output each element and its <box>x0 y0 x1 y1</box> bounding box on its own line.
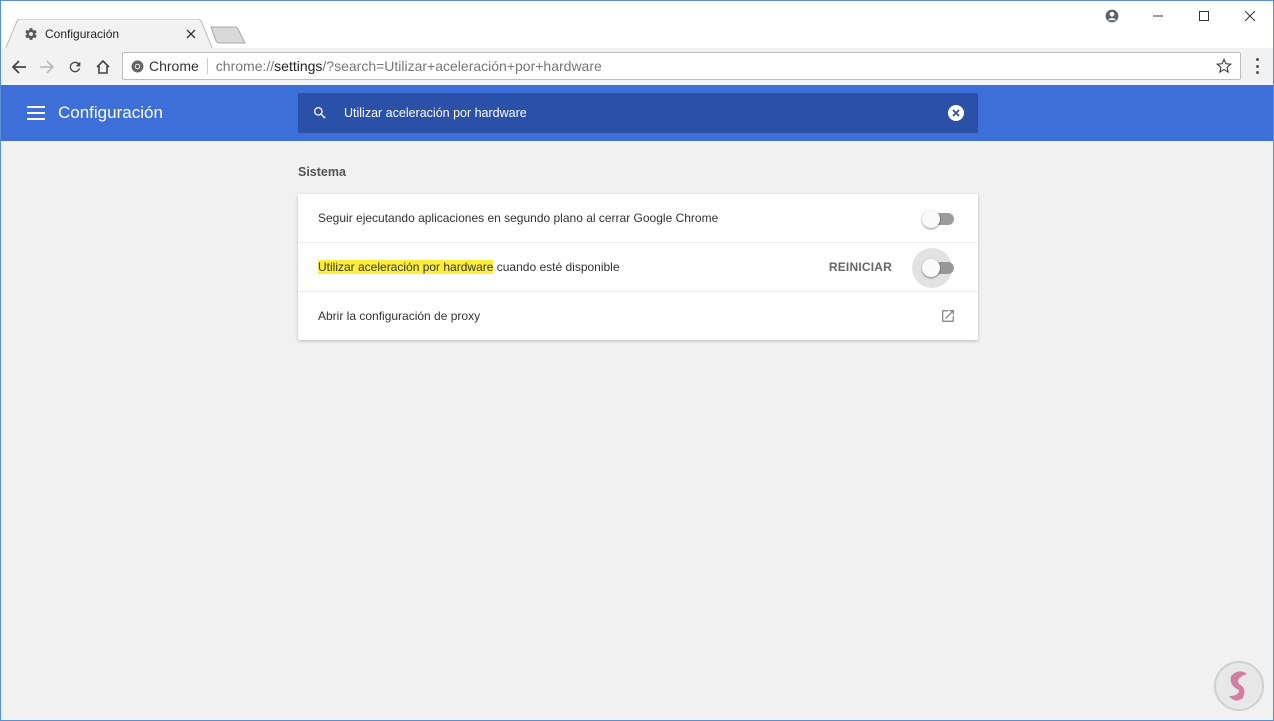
setting-row-proxy[interactable]: Abrir la configuración de proxy <box>298 292 978 340</box>
new-tab-button[interactable] <box>209 26 247 44</box>
url-text: chrome://settings/?search=Utilizar+acele… <box>216 58 602 74</box>
setting-label: Seguir ejecutando aplicaciones en segund… <box>318 211 719 225</box>
setting-label: Abrir la configuración de proxy <box>318 309 481 323</box>
url-scheme: chrome:// <box>215 58 275 74</box>
minimize-icon[interactable] <box>1135 1 1181 31</box>
tab-configuracion[interactable]: Configuración <box>11 19 207 49</box>
url-rest: /?search=Utilizar+aceleración+por+hardwa… <box>322 58 602 74</box>
open-in-new-icon[interactable] <box>940 308 956 324</box>
clear-search-icon[interactable] <box>948 105 964 121</box>
chrome-menu-icon[interactable] <box>1249 56 1265 76</box>
url-host: settings <box>274 58 323 74</box>
settings-search-field[interactable]: Utilizar aceleración por hardware <box>298 93 978 133</box>
setting-row-hardware-acceleration: Utilizar aceleración por hardware cuando… <box>298 243 978 292</box>
setting-label-rest: cuando esté disponible <box>493 260 620 274</box>
home-icon[interactable] <box>89 53 117 81</box>
page-title: Configuración <box>58 103 163 122</box>
search-icon <box>314 107 326 119</box>
search-input-value[interactable]: Utilizar aceleración por hardware <box>344 106 527 120</box>
browser-toolbar: Chrome chrome://settings/?search=Utiliza… <box>0 48 1274 85</box>
tab-title: Configuración <box>45 27 120 41</box>
settings-card: Seguir ejecutando aplicaciones en segund… <box>298 194 978 340</box>
window-controls <box>1089 1 1273 31</box>
setting-row-background-apps: Seguir ejecutando aplicaciones en segund… <box>298 194 978 243</box>
hardware-acceleration-toggle[interactable] <box>922 259 956 277</box>
hamburger-menu-icon[interactable] <box>27 106 45 120</box>
maximize-icon[interactable] <box>1181 1 1227 31</box>
window-titlebar: Configuración <box>0 0 1274 50</box>
settings-content: Sistema Seguir ejecutando aplicaciones e… <box>0 141 1274 721</box>
background-apps-toggle[interactable] <box>922 210 956 228</box>
bookmark-star-icon[interactable] <box>1216 58 1232 74</box>
watermark-logo <box>1214 661 1264 711</box>
chrome-logo-icon <box>125 60 149 73</box>
search-highlight: Utilizar aceleración por hardware <box>318 260 494 274</box>
profile-icon[interactable] <box>1089 1 1135 31</box>
address-bar[interactable]: Chrome chrome://settings/?search=Utiliza… <box>122 52 1241 80</box>
settings-header: Configuración Utilizar aceleración por h… <box>0 85 1274 141</box>
reload-icon[interactable] <box>61 53 89 81</box>
security-chip: Chrome <box>149 58 208 74</box>
forward-arrow-icon[interactable] <box>33 53 61 81</box>
section-title: Sistema <box>298 165 346 179</box>
close-icon[interactable] <box>1227 1 1273 31</box>
restart-button[interactable]: REINICIAR <box>829 260 892 274</box>
back-arrow-icon[interactable] <box>5 53 33 81</box>
gear-icon <box>23 26 39 42</box>
tab-close-icon[interactable] <box>183 26 199 42</box>
setting-label: Utilizar aceleración por hardware cuando… <box>318 260 620 274</box>
